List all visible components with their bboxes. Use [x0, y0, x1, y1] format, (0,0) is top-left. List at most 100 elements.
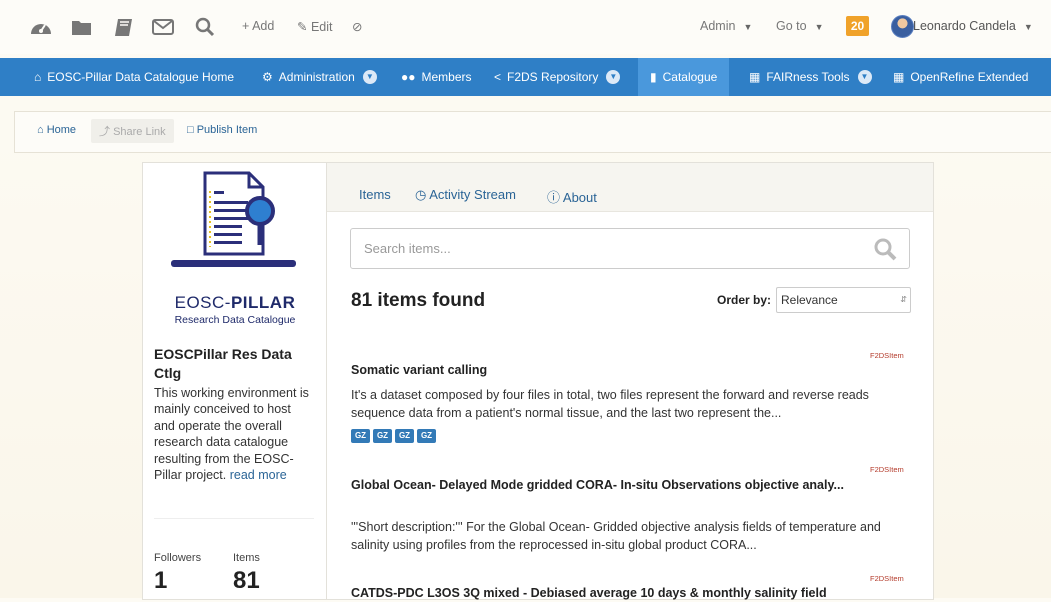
nav-item-members[interactable]: ●● Members — [401, 58, 472, 96]
notification-badge[interactable]: 20 — [846, 16, 869, 36]
book-icon[interactable] — [114, 17, 134, 37]
order-by-value: Relevance — [781, 293, 838, 307]
divider — [154, 518, 314, 519]
format-badge[interactable]: GZ — [395, 429, 414, 443]
nav-label: Administration — [278, 70, 355, 84]
nav-label: Members — [421, 70, 472, 84]
caret-down-icon: ▼ — [857, 70, 872, 84]
document-icon: ▦ — [749, 70, 761, 84]
caret-down-icon: ▼ — [606, 70, 621, 84]
search-icon[interactable] — [195, 17, 215, 37]
share-icon: ⤴ — [99, 126, 114, 138]
results-count: 81 items found — [351, 290, 486, 311]
caret-down-icon: ▼ — [814, 22, 824, 32]
edit-icon: ✎ — [297, 20, 311, 34]
goto-label: Go to — [776, 19, 807, 33]
avatar[interactable] — [891, 15, 914, 38]
logo-title: EOSC-PILLAR — [143, 293, 327, 313]
format-badge[interactable]: GZ — [373, 429, 392, 443]
search-placeholder: Search items... — [364, 241, 451, 256]
user-name: Leonardo Candela — [913, 19, 1016, 33]
home-label: Home — [46, 124, 77, 136]
home-icon: ⌂ — [37, 124, 47, 136]
caret-down-icon: ▼ — [362, 70, 377, 84]
tab-about[interactable]: ⓘ About — [547, 187, 597, 206]
order-by-select[interactable]: Relevance ⇵ — [776, 287, 911, 313]
tab-bar: Items ◷ Activity Stream ⓘ About — [327, 163, 933, 212]
publish-item-label: Publish Item — [196, 124, 258, 136]
table-icon: ▦ — [893, 70, 905, 84]
item-type-tag: F2DSItem — [870, 351, 904, 360]
tab-activity-stream[interactable]: ◷ Activity Stream — [415, 187, 516, 203]
nav-label: FAIRness Tools — [766, 70, 850, 84]
search-input[interactable]: Search items... — [350, 228, 910, 269]
home-link[interactable]: ⌂ Home — [37, 124, 76, 136]
edit-button[interactable]: ✎ Edit — [297, 19, 333, 34]
eye-slash-icon[interactable]: ⊘ — [352, 19, 362, 34]
catalogue-description: This working environment is mainly conce… — [154, 385, 314, 483]
home-icon: ⌂ — [34, 70, 42, 84]
publish-item-link[interactable]: □ Publish Item — [187, 124, 257, 136]
logo-title-part1: EOSC- — [174, 293, 231, 312]
catalogue-card: EOSC-PILLAR Research Data Catalogue EOSC… — [142, 162, 328, 600]
nav-item-administration[interactable]: ⚙ Administration ▼ — [262, 58, 377, 96]
info-icon: ⓘ — [547, 190, 563, 205]
item-title-link[interactable]: Somatic variant calling — [351, 361, 851, 379]
nav-label: OpenRefine Extended — [910, 70, 1029, 84]
clock-icon: ◷ — [415, 187, 430, 202]
logo-title-part2: PILLAR — [230, 293, 296, 312]
tab-label: About — [562, 190, 597, 205]
mail-icon[interactable] — [152, 17, 174, 37]
item-title-link[interactable]: Global Ocean- Delayed Mode gridded CORA-… — [351, 476, 851, 494]
catalogue-title: EOSCPillar Res Data Ctlg — [154, 346, 292, 381]
nav-label: F2DS Repository — [507, 70, 599, 84]
top-toolbar: + Add ✎ Edit ⊘ Admin ▼ Go to ▼ 20 Leonardo… — [0, 0, 1051, 54]
share-icon: < — [494, 70, 502, 84]
users-icon: ●● — [401, 70, 416, 84]
search-icon[interactable] — [873, 237, 897, 261]
items-panel: Items ◷ Activity Stream ⓘ About Search i… — [326, 162, 934, 600]
nav-item-f2ds-repository[interactable]: < F2DS Repository ▼ — [494, 58, 621, 96]
book-icon: ▮ — [650, 70, 657, 84]
followers-label: Followers — [154, 552, 202, 564]
item-description: It's a dataset composed by four files in… — [351, 388, 869, 420]
dashboard-icon[interactable] — [30, 17, 52, 37]
catalogue-logo-icon — [171, 171, 296, 267]
item-description: '''Short description:''' For the Global … — [351, 520, 881, 552]
format-badge[interactable]: GZ — [417, 429, 436, 443]
items-count: 81 — [233, 567, 260, 594]
admin-label: Admin — [700, 19, 736, 33]
edit-label: Edit — [310, 20, 333, 34]
gear-icon: ⚙ — [262, 70, 273, 84]
chevron-updown-icon: ⇵ — [900, 295, 907, 304]
main-nav: ⌂ EOSC-Pillar Data Catalogue Home ⚙ Admini… — [0, 58, 1051, 96]
read-more-link[interactable]: read more — [230, 468, 287, 482]
nav-item-openrefine-extended[interactable]: ▦ OpenRefine Extended — [893, 58, 1028, 96]
nav-item-home[interactable]: ⌂ EOSC-Pillar Data Catalogue Home — [34, 58, 234, 96]
user-menu[interactable]: Leonardo Candela ▼ — [913, 19, 1033, 33]
nav-label: Catalogue — [662, 70, 718, 84]
caret-down-icon: ▼ — [1023, 22, 1033, 32]
item-type-tag: F2DSItem — [870, 574, 904, 583]
tab-items[interactable]: Items — [359, 187, 391, 202]
file-icon: □ — [187, 124, 197, 136]
item-type-tag: F2DSItem — [870, 465, 904, 474]
nav-item-fairness-tools[interactable]: ▦ FAIRness Tools ▼ — [749, 58, 872, 96]
followers-count: 1 — [154, 567, 168, 594]
goto-menu[interactable]: Go to ▼ — [776, 19, 824, 33]
add-button[interactable]: + Add — [242, 19, 274, 33]
tab-label: Activity Stream — [429, 187, 516, 202]
items-label: Items — [233, 552, 260, 564]
format-badge[interactable]: GZ — [351, 429, 370, 443]
item-title-link[interactable]: CATDS-PDC L3OS 3Q mixed - Debiased avera… — [351, 584, 931, 602]
caret-down-icon: ▼ — [743, 22, 753, 32]
logo-subtitle: Research Data Catalogue — [174, 314, 296, 326]
nav-item-catalogue[interactable]: ▮ Catalogue — [638, 58, 730, 96]
folder-icon[interactable] — [71, 17, 93, 37]
share-link-button[interactable]: ⤴ Share Link — [91, 119, 174, 143]
order-by-label: Order by: — [717, 293, 772, 307]
nav-label: EOSC-Pillar Data Catalogue Home — [47, 70, 234, 84]
breadcrumb: ⌂ Home ⤴ Share Link □ Publish Item — [14, 111, 1051, 153]
admin-menu[interactable]: Admin ▼ — [700, 19, 752, 33]
share-link-label: Share Link — [113, 126, 166, 138]
